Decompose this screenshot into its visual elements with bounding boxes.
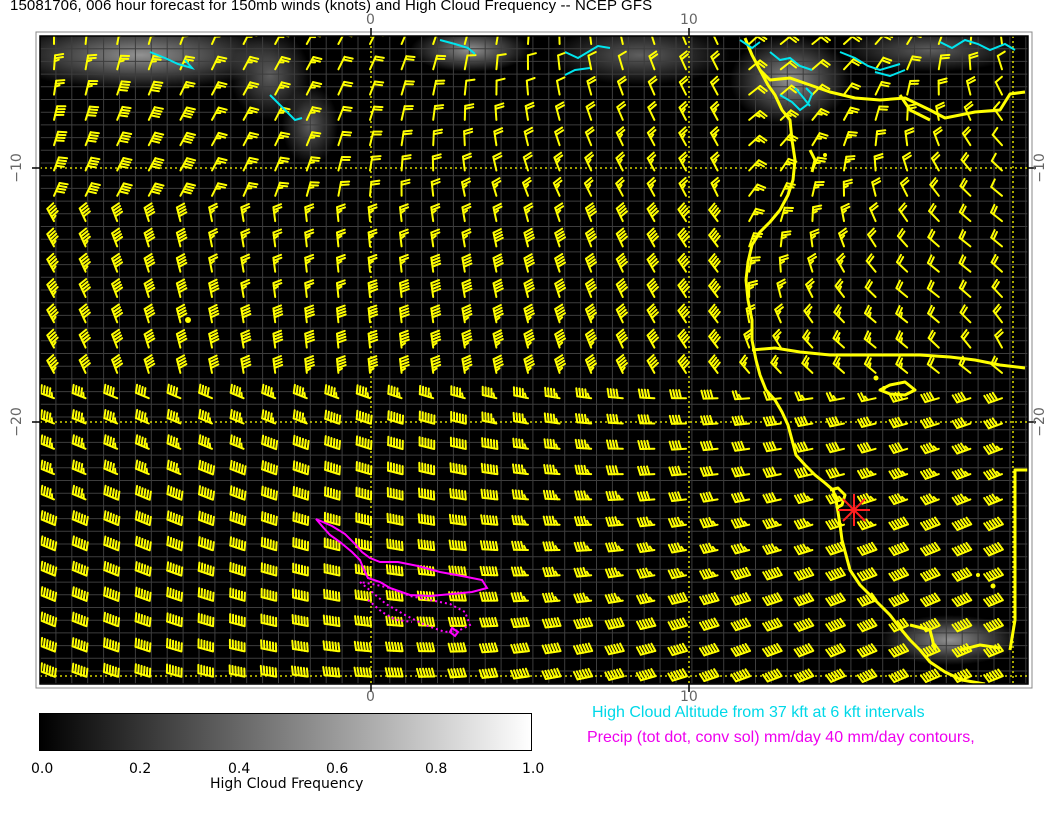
colorbar-label: High Cloud Frequency (210, 776, 364, 792)
forecast-map (32, 28, 1036, 692)
y-tick-left-10: −10 (8, 153, 25, 183)
colorbar-tick: 1.0 (522, 761, 545, 777)
x-tick-top-10: 10 (680, 12, 698, 28)
colorbar (39, 713, 532, 751)
y-tick-right-20: −20 (1031, 407, 1048, 437)
colorbar-tick: 0.0 (31, 761, 54, 777)
cloud-altitude-legend: High Cloud Altitude from 37 kft at 6 kft… (592, 704, 925, 721)
precip-legend: Precip (tot dot, conv sol) mm/day 40 mm/… (587, 729, 975, 746)
x-tick-bottom-10: 10 (680, 689, 698, 705)
colorbar-tick: 0.2 (129, 761, 152, 777)
x-tick-bottom-0: 0 (366, 689, 375, 705)
colorbar-tick: 0.6 (326, 761, 349, 777)
y-tick-right-10: −10 (1031, 153, 1048, 183)
colorbar-tick: 0.4 (228, 761, 251, 777)
y-tick-left-20: −20 (8, 407, 25, 437)
x-tick-top-0: 0 (366, 12, 375, 28)
colorbar-tick: 0.8 (425, 761, 448, 777)
